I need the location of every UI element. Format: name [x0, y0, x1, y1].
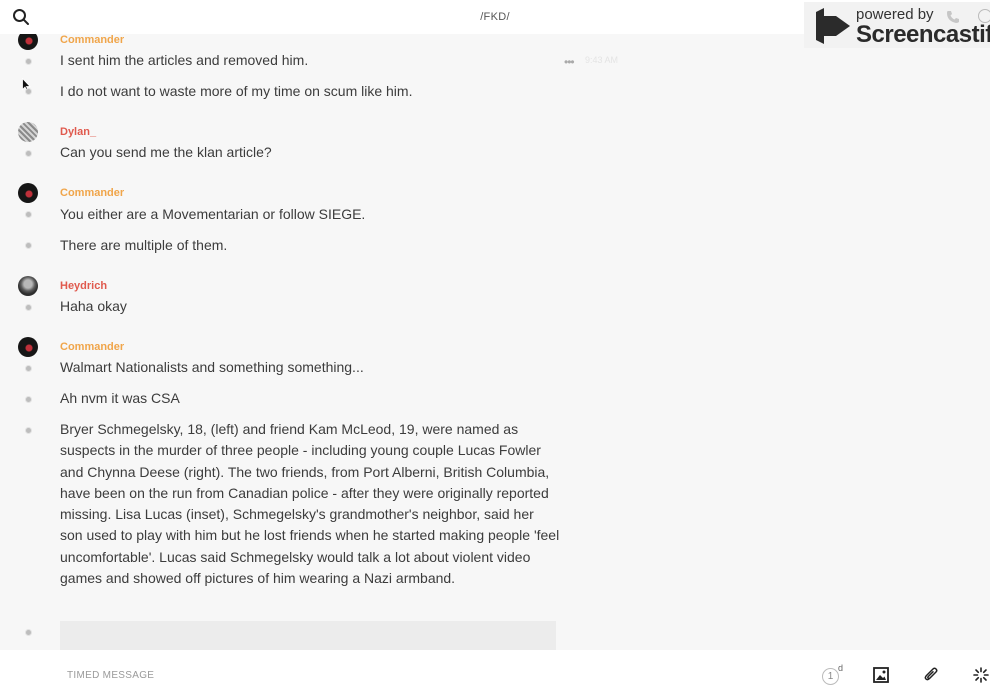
read-status-dot — [25, 365, 32, 372]
avatar — [18, 337, 38, 357]
composer-bar: TIMED MESSAGE 1 d — [0, 650, 990, 700]
message-author[interactable]: Commander — [60, 34, 124, 46]
pending-message-box — [60, 621, 556, 650]
message-text: You either are a Movementarian or follow… — [60, 206, 366, 222]
avatar — [18, 122, 38, 142]
message-author[interactable]: Commander — [60, 187, 124, 199]
avatar — [18, 183, 38, 203]
message-author[interactable]: Commander — [60, 341, 124, 353]
message-text: Walmart Nationalists and something somet… — [60, 359, 364, 375]
read-status-dot — [25, 58, 32, 65]
message-timer-button[interactable]: 1 d — [822, 663, 844, 687]
message-text: I sent him the articles and removed him. — [60, 52, 309, 68]
avatar — [18, 276, 38, 296]
read-status-dot — [25, 396, 32, 403]
more-icon[interactable]: ••• — [564, 55, 575, 69]
read-status-dot — [25, 242, 32, 249]
info-icon[interactable] — [978, 9, 990, 23]
loading-icon[interactable] — [973, 667, 989, 683]
timer-unit: d — [838, 663, 844, 673]
message-text: Haha okay — [60, 298, 127, 314]
read-status-dot — [25, 304, 32, 311]
message-list: Commander I sent him the articles and re… — [0, 34, 990, 650]
avatar — [18, 34, 38, 50]
phone-icon[interactable] — [946, 10, 960, 24]
message-text: Bryer Schmegelsky, 18, (left) and friend… — [60, 421, 560, 587]
message-text: I do not want to waste more of my time o… — [60, 83, 413, 99]
read-status-dot — [25, 150, 32, 157]
read-status-dot — [25, 427, 32, 434]
message-text: Ah nvm it was CSA — [60, 390, 180, 406]
message-text: There are multiple of them. — [60, 237, 228, 253]
message-author[interactable]: Dylan_ — [60, 126, 96, 138]
timed-message-input[interactable]: TIMED MESSAGE — [67, 670, 154, 681]
read-status-dot — [25, 88, 32, 95]
read-status-dot — [25, 629, 32, 636]
read-status-dot — [25, 211, 32, 218]
timer-value: 1 — [822, 668, 839, 685]
message-timestamp: 9:43 AM — [585, 55, 619, 65]
message-author[interactable]: Heydrich — [60, 280, 107, 292]
message-text: Can you send me the klan article? — [60, 144, 272, 160]
top-bar: /FKD/ powered by Screencastify — [0, 0, 990, 48]
paperclip-icon[interactable] — [923, 666, 939, 684]
image-icon[interactable] — [873, 667, 889, 683]
